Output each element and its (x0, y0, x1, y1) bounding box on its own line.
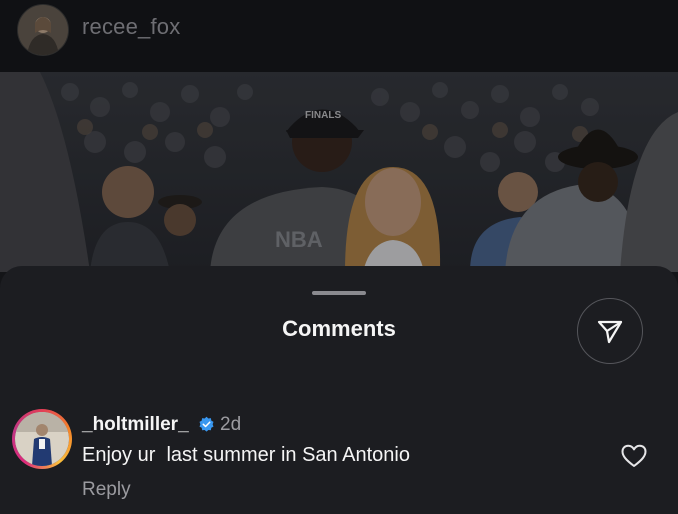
comment-text: Enjoy ur last summer in San Antonio (82, 444, 410, 466)
heart-icon[interactable] (620, 442, 648, 470)
post-photo: NBA FINALS (0, 72, 678, 272)
comment-username[interactable]: _holtmiller_ (82, 414, 189, 436)
avatar (15, 412, 69, 466)
reply-button[interactable]: Reply (82, 479, 131, 501)
share-button[interactable] (577, 298, 643, 364)
comments-sheet: Comments _holtmiller_ 2d Enjoy ur last s… (0, 266, 678, 514)
verified-badge-icon (198, 416, 215, 433)
comment-avatar[interactable] (12, 409, 72, 469)
sheet-grabber[interactable] (312, 291, 366, 295)
post-header: recee_fox (0, 0, 678, 72)
post-username[interactable]: recee_fox (82, 14, 180, 40)
comment-timestamp: 2d (220, 414, 242, 435)
profile-avatar[interactable] (17, 4, 69, 56)
send-icon (597, 320, 623, 344)
